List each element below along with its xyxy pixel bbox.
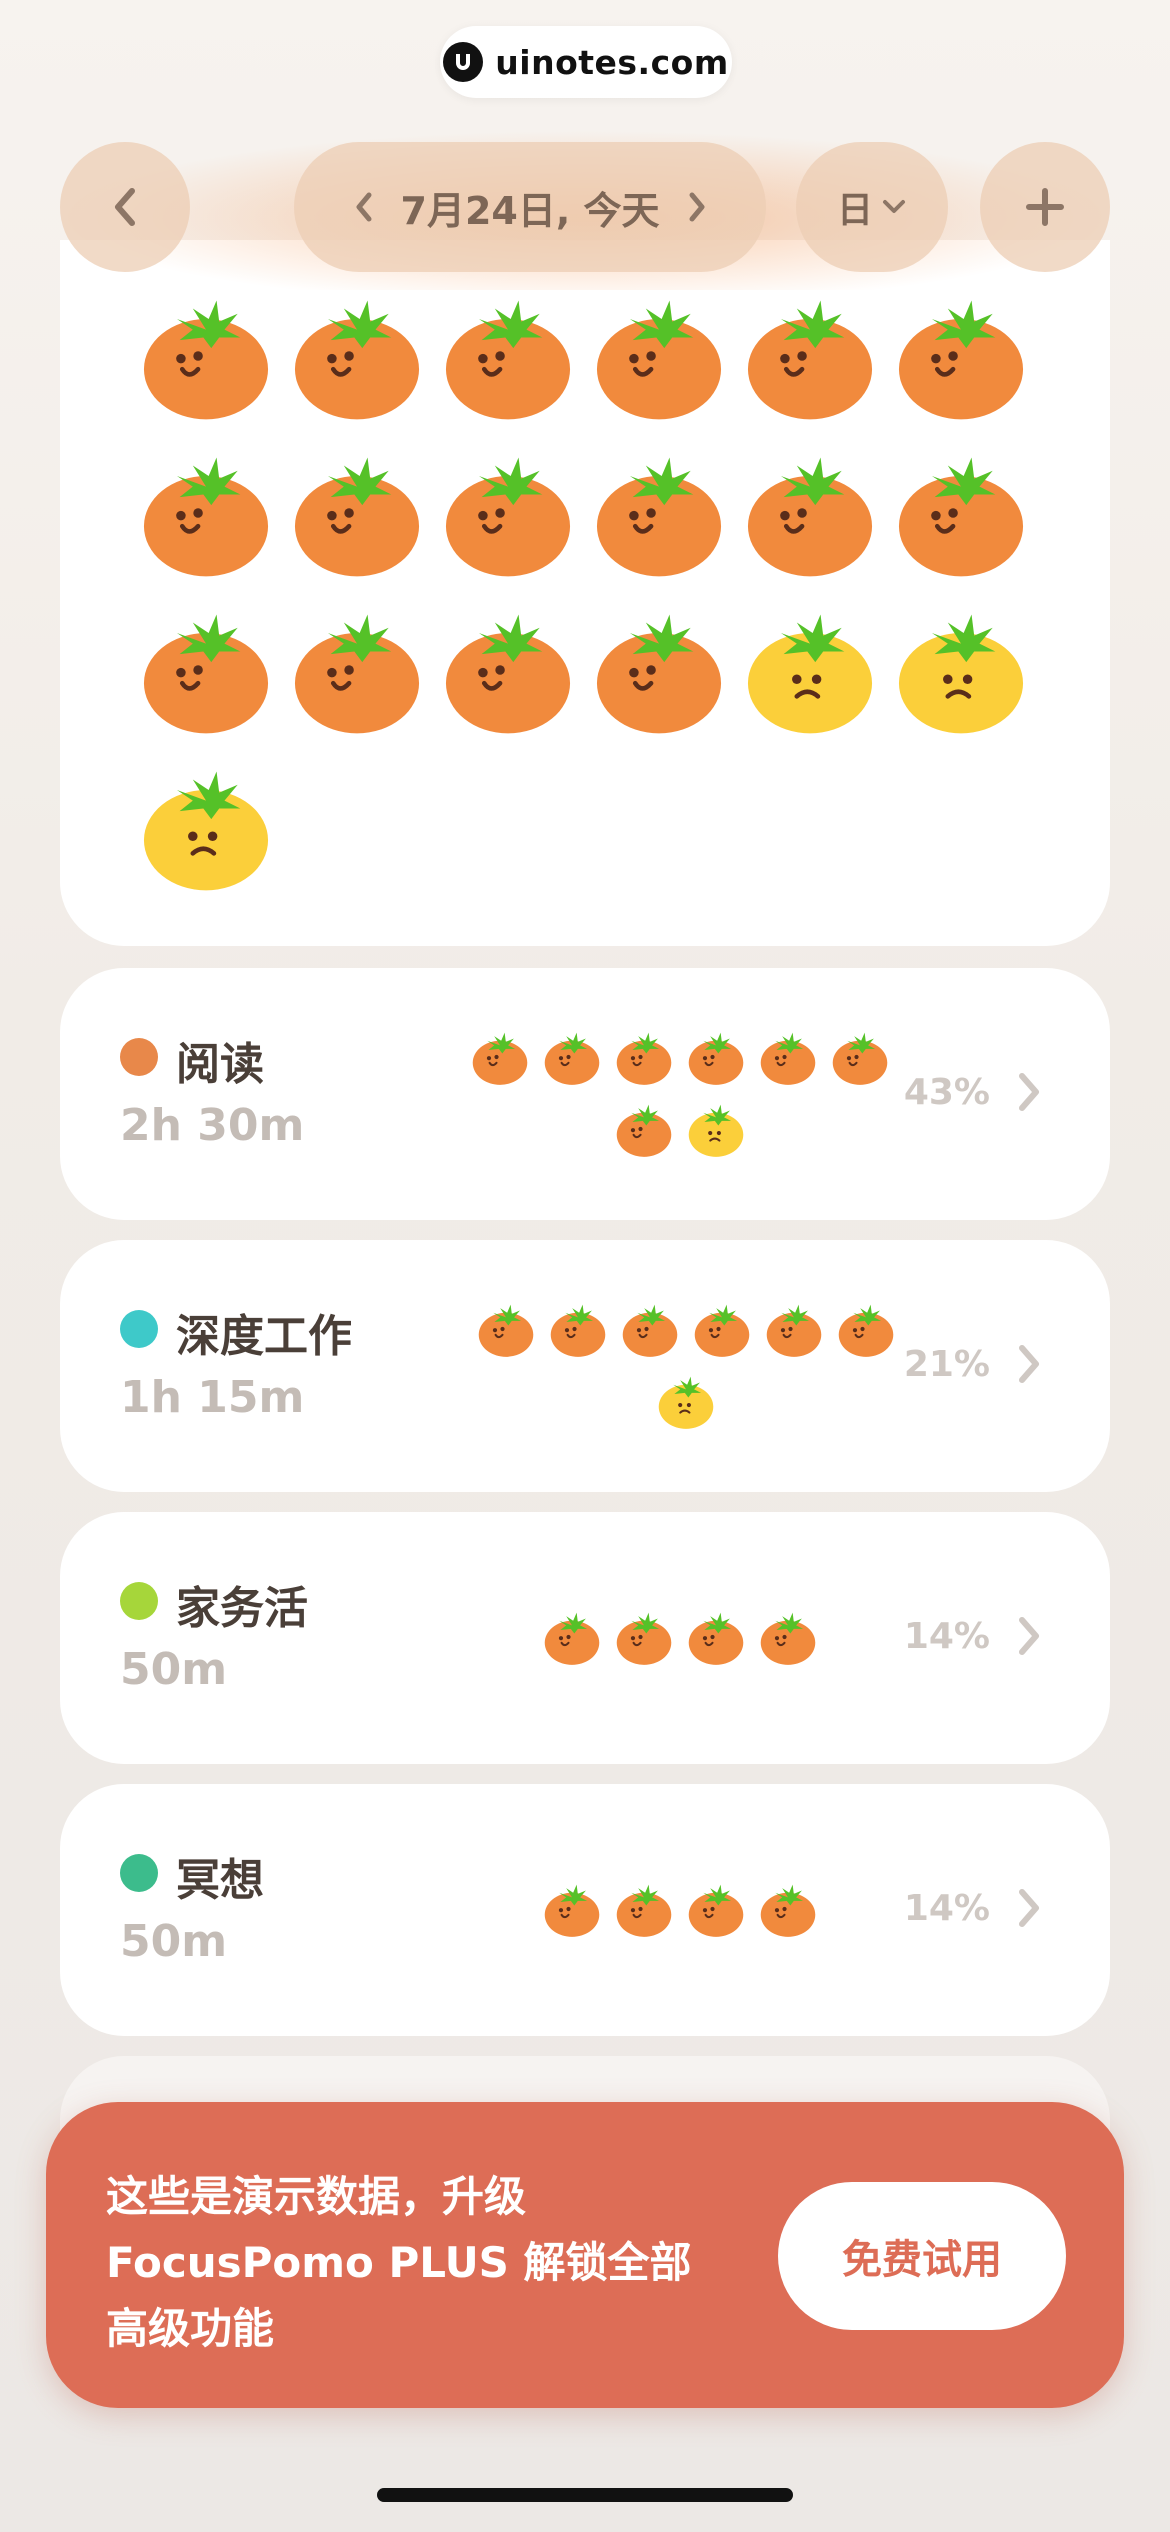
category-card-reading[interactable]: 阅读 2h 30m 43%	[60, 968, 1110, 1220]
sad-tomato-icon	[744, 604, 895, 736]
happy-tomato-icon	[543, 1028, 601, 1086]
sad-tomato-icon	[657, 1372, 715, 1430]
happy-tomato-icon	[615, 1608, 673, 1666]
category-tomatoes	[466, 1300, 906, 1430]
upgrade-message: 这些是演示数据，升级 FocusPomo PLUS 解锁全部 高级功能	[106, 2164, 766, 2362]
upgrade-message-line: 高级功能	[106, 2304, 275, 2353]
happy-tomato-icon	[895, 447, 1046, 579]
chevron-left-icon	[115, 188, 135, 226]
happy-tomato-icon	[759, 1608, 817, 1666]
home-indicator	[377, 2488, 793, 2502]
category-tomatoes	[460, 1608, 900, 1666]
period-label: 日	[836, 190, 873, 231]
chevron-right-icon	[1019, 1345, 1039, 1383]
sad-tomato-icon	[895, 604, 1046, 736]
happy-tomato-icon	[140, 290, 291, 422]
chevron-right-icon	[1019, 1617, 1039, 1655]
happy-tomato-icon	[831, 1028, 889, 1086]
category-name: 阅读	[176, 1039, 264, 1090]
date-label: 7月24日, 今天	[400, 188, 660, 233]
category-name: 冥想	[176, 1855, 264, 1906]
chevron-right-icon	[1019, 1889, 1039, 1927]
happy-tomato-icon	[543, 1880, 601, 1938]
happy-tomato-icon	[621, 1300, 679, 1358]
happy-tomato-icon	[687, 1028, 745, 1086]
happy-tomato-icon	[593, 290, 744, 422]
next-day-icon[interactable]	[686, 190, 708, 224]
prev-day-icon[interactable]	[353, 190, 375, 224]
chevron-down-icon	[883, 200, 905, 213]
happy-tomato-icon	[291, 290, 442, 422]
happy-tomato-icon	[687, 1880, 745, 1938]
category-tomatoes	[460, 1028, 900, 1158]
happy-tomato-icon	[895, 290, 1046, 422]
happy-tomato-icon	[759, 1880, 817, 1938]
date-selector[interactable]: 7月24日, 今天	[294, 142, 766, 272]
category-time: 1h 15m	[120, 1372, 305, 1423]
watermark-text: uinotes.com	[495, 42, 729, 82]
category-card-chores[interactable]: 家务活 50m 14%	[60, 1512, 1110, 1764]
happy-tomato-icon	[291, 447, 442, 579]
happy-tomato-icon	[442, 604, 593, 736]
happy-tomato-icon	[615, 1880, 673, 1938]
category-color-dot	[120, 1310, 158, 1348]
sad-tomato-icon	[687, 1100, 745, 1158]
category-name: 深度工作	[176, 1311, 352, 1362]
category-card-deep-work[interactable]: 深度工作 1h 15m 21%	[60, 1240, 1110, 1492]
category-time: 50m	[120, 1916, 228, 1967]
upgrade-message-line: FocusPomo PLUS 解锁全部	[106, 2238, 692, 2287]
happy-tomato-icon	[615, 1028, 673, 1086]
happy-tomato-icon	[759, 1028, 817, 1086]
plus-icon	[1026, 188, 1064, 226]
category-time: 2h 30m	[120, 1100, 305, 1151]
category-name: 家务活	[176, 1583, 308, 1634]
add-button[interactable]	[980, 142, 1110, 272]
category-color-dot	[120, 1038, 158, 1076]
uinotes-logo-icon	[443, 42, 484, 82]
category-color-dot	[120, 1854, 158, 1892]
category-tomatoes	[460, 1880, 900, 1938]
tomato-grid	[140, 290, 1060, 893]
category-card-meditation[interactable]: 冥想 50m 14%	[60, 1784, 1110, 2036]
happy-tomato-icon	[687, 1608, 745, 1666]
category-percent: 14%	[903, 1616, 990, 1657]
happy-tomato-icon	[140, 447, 291, 579]
sad-tomato-icon	[140, 761, 291, 893]
summary-card	[60, 240, 1110, 946]
period-dropdown[interactable]: 日	[796, 142, 948, 272]
category-percent: 14%	[903, 1888, 990, 1929]
happy-tomato-icon	[442, 290, 593, 422]
category-percent: 43%	[903, 1072, 990, 1113]
happy-tomato-icon	[140, 604, 291, 736]
back-button[interactable]	[60, 142, 190, 272]
category-percent: 21%	[903, 1344, 990, 1385]
watermark: uinotes.com	[440, 26, 732, 98]
happy-tomato-icon	[765, 1300, 823, 1358]
happy-tomato-icon	[543, 1608, 601, 1666]
free-trial-button[interactable]: 免费试用	[778, 2182, 1066, 2330]
chevron-right-icon	[1019, 1073, 1039, 1111]
happy-tomato-icon	[549, 1300, 607, 1358]
happy-tomato-icon	[593, 604, 744, 736]
happy-tomato-icon	[744, 447, 895, 579]
happy-tomato-icon	[744, 290, 895, 422]
happy-tomato-icon	[615, 1100, 673, 1158]
upgrade-banner: 这些是演示数据，升级 FocusPomo PLUS 解锁全部 高级功能 免费试用	[46, 2102, 1124, 2408]
happy-tomato-icon	[477, 1300, 535, 1358]
happy-tomato-icon	[593, 447, 744, 579]
category-time: 50m	[120, 1644, 228, 1695]
upgrade-message-line: 这些是演示数据，升级	[106, 2172, 527, 2221]
happy-tomato-icon	[837, 1300, 895, 1358]
happy-tomato-icon	[442, 447, 593, 579]
category-color-dot	[120, 1582, 158, 1620]
happy-tomato-icon	[471, 1028, 529, 1086]
happy-tomato-icon	[291, 604, 442, 736]
happy-tomato-icon	[693, 1300, 751, 1358]
